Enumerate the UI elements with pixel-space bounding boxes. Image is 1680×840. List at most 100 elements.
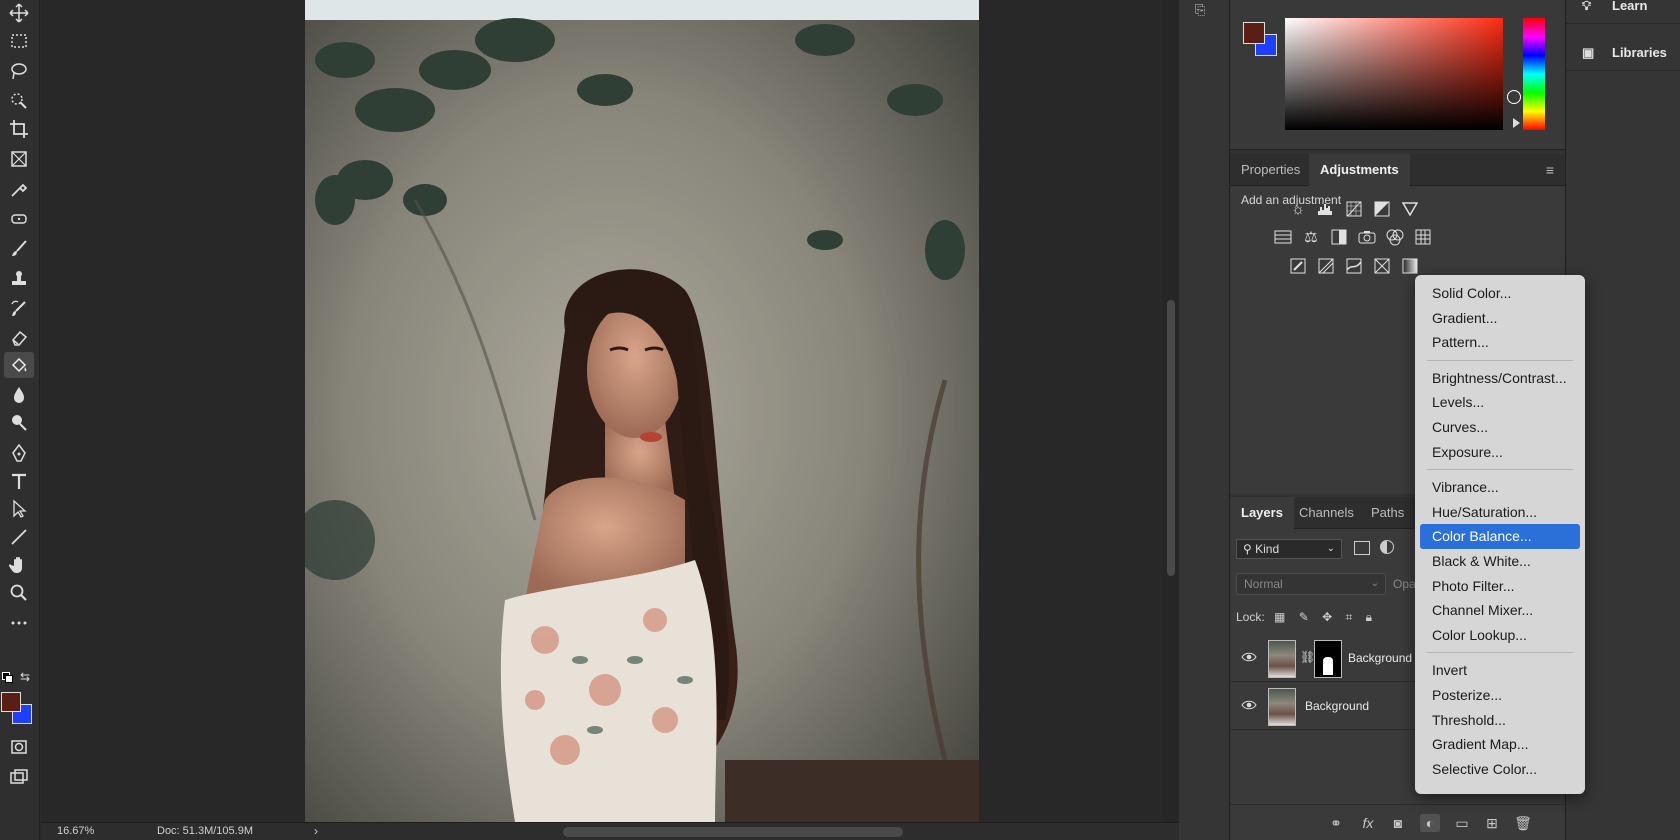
photo-filter-icon[interactable] bbox=[1356, 226, 1378, 248]
marquee-icon[interactable] bbox=[4, 28, 34, 54]
path-select-icon[interactable] bbox=[4, 496, 34, 522]
blend-mode-select[interactable]: Normal ⌄ bbox=[1236, 573, 1386, 595]
libraries-panel-button[interactable]: ▣ Libraries bbox=[1566, 35, 1680, 71]
levels-icon[interactable] bbox=[1315, 198, 1337, 220]
layer-name[interactable]: Background bbox=[1348, 651, 1412, 665]
status-menu-arrow[interactable]: › bbox=[314, 824, 318, 838]
menu-item-color-lookup[interactable]: Color Lookup... bbox=[1420, 623, 1580, 648]
new-layer-icon[interactable]: ⊞ bbox=[1482, 814, 1502, 832]
menu-item-vibrance[interactable]: Vibrance... bbox=[1420, 475, 1580, 500]
exposure-icon[interactable] bbox=[1371, 198, 1393, 220]
collapsed-panel-icon[interactable]: ⎘ bbox=[1195, 2, 1213, 20]
invert-icon[interactable] bbox=[1287, 255, 1309, 277]
tab-paths[interactable]: Paths bbox=[1360, 497, 1415, 529]
document-canvas[interactable] bbox=[41, 0, 1163, 822]
menu-item-invert[interactable]: Invert bbox=[1420, 658, 1580, 683]
layer-mask-thumbnail[interactable] bbox=[1314, 640, 1342, 678]
color-balance-icon[interactable]: ⚖ bbox=[1300, 226, 1322, 248]
quick-select-icon[interactable] bbox=[4, 88, 34, 114]
zoom-icon[interactable] bbox=[4, 580, 34, 606]
layer-name[interactable]: Background bbox=[1305, 699, 1369, 713]
pen-icon[interactable] bbox=[4, 440, 34, 466]
lock-artboard-icon[interactable]: ⌗ bbox=[1346, 610, 1353, 624]
tab-adjustments[interactable]: Adjustments bbox=[1309, 154, 1410, 186]
layer-thumbnail[interactable] bbox=[1268, 688, 1296, 726]
paint-bucket-icon[interactable] bbox=[4, 352, 34, 378]
filter-pixel-icon[interactable] bbox=[1354, 541, 1370, 555]
menu-item-levels[interactable]: Levels... bbox=[1420, 390, 1580, 415]
brush-icon[interactable] bbox=[4, 236, 34, 262]
quick-mask-icon[interactable] bbox=[4, 734, 34, 760]
add-mask-icon[interactable]: ◙ bbox=[1388, 814, 1408, 832]
black-white-icon[interactable] bbox=[1328, 226, 1350, 248]
new-group-icon[interactable]: ▭ bbox=[1452, 814, 1472, 832]
lock-transparent-icon[interactable]: ▦ bbox=[1274, 610, 1285, 624]
healing-icon[interactable] bbox=[4, 206, 34, 232]
channel-mixer-icon[interactable] bbox=[1384, 226, 1406, 248]
hand-icon[interactable] bbox=[4, 552, 34, 578]
screen-mode-icon[interactable] bbox=[4, 764, 34, 790]
eye-icon[interactable] bbox=[1241, 650, 1257, 666]
menu-item-posterize[interactable]: Posterize... bbox=[1420, 683, 1580, 708]
eraser-icon[interactable] bbox=[4, 324, 34, 350]
gradient-map-icon[interactable] bbox=[1399, 255, 1421, 277]
crop-icon[interactable] bbox=[4, 116, 34, 142]
menu-item-curves[interactable]: Curves... bbox=[1420, 415, 1580, 440]
color-spectrum[interactable] bbox=[1285, 18, 1521, 130]
menu-item-gradient[interactable]: Gradient... bbox=[1420, 306, 1580, 331]
stamp-icon[interactable] bbox=[4, 266, 34, 292]
foreground-color-swatch[interactable] bbox=[1, 692, 21, 712]
lock-all-icon[interactable]: 🔒︎ bbox=[1366, 610, 1372, 624]
hue-slider[interactable] bbox=[1523, 18, 1545, 130]
swap-colors-icon[interactable]: ⇆ bbox=[20, 670, 30, 684]
tab-properties[interactable]: Properties bbox=[1230, 154, 1311, 186]
zoom-level[interactable]: 16.67% bbox=[57, 825, 94, 837]
menu-item-hue-saturation[interactable]: Hue/Saturation... bbox=[1420, 500, 1580, 525]
default-colors-icon[interactable] bbox=[2, 672, 14, 684]
document-image[interactable] bbox=[305, 0, 979, 822]
frame-icon[interactable] bbox=[4, 146, 34, 172]
link-icon[interactable]: ⛓ bbox=[1300, 650, 1315, 664]
menu-item-selective-color[interactable]: Selective Color... bbox=[1420, 757, 1580, 782]
link-layers-icon[interactable]: ⚭ bbox=[1326, 814, 1346, 832]
menu-item-gradient-map[interactable]: Gradient Map... bbox=[1420, 732, 1580, 757]
lasso-icon[interactable] bbox=[4, 58, 34, 84]
horizontal-scroll-thumb[interactable] bbox=[563, 827, 903, 837]
selective-color-icon[interactable] bbox=[1371, 255, 1393, 277]
blur-icon[interactable] bbox=[4, 382, 34, 408]
eyedropper-icon[interactable] bbox=[4, 176, 34, 202]
tab-layers[interactable]: Layers bbox=[1230, 497, 1294, 529]
vertical-scrollbar[interactable] bbox=[1163, 0, 1179, 822]
color-lookup-icon[interactable] bbox=[1412, 226, 1434, 248]
color-panel-foreground[interactable] bbox=[1243, 22, 1265, 44]
menu-item-photo-filter[interactable]: Photo Filter... bbox=[1420, 574, 1580, 599]
kind-filter-select[interactable]: ⚲ Kind ⌄ bbox=[1236, 539, 1342, 559]
vertical-scroll-thumb[interactable] bbox=[1167, 300, 1175, 576]
color-picker-cursor[interactable] bbox=[1507, 90, 1521, 104]
brightness-contrast-icon[interactable]: ☼ bbox=[1287, 198, 1309, 220]
vibrance-icon[interactable] bbox=[1399, 198, 1421, 220]
menu-item-brightness-contrast[interactable]: Brightness/Contrast... bbox=[1420, 366, 1580, 391]
line-icon[interactable] bbox=[4, 524, 34, 550]
menu-item-black-white[interactable]: Black & White... bbox=[1420, 549, 1580, 574]
dodge-icon[interactable] bbox=[4, 410, 34, 436]
delete-layer-icon[interactable]: 🗑︎ bbox=[1513, 814, 1533, 832]
menu-item-color-balance[interactable]: Color Balance... bbox=[1420, 524, 1580, 549]
history-brush-icon[interactable] bbox=[4, 296, 34, 322]
more-tools-icon[interactable] bbox=[4, 610, 34, 636]
lock-pixels-icon[interactable]: ✎ bbox=[1299, 610, 1309, 624]
hue-slider-handle[interactable] bbox=[1513, 118, 1520, 128]
menu-item-pattern[interactable]: Pattern... bbox=[1420, 330, 1580, 355]
learn-panel-button[interactable]: 💡︎ Learn bbox=[1566, 0, 1680, 24]
hue-saturation-icon[interactable] bbox=[1272, 226, 1294, 248]
menu-item-solid-color[interactable]: Solid Color... bbox=[1420, 281, 1580, 306]
filter-adjustment-icon[interactable] bbox=[1380, 540, 1394, 554]
eye-icon[interactable] bbox=[1241, 698, 1257, 714]
lock-position-icon[interactable]: ✥ bbox=[1322, 610, 1332, 624]
tab-channels[interactable]: Channels bbox=[1288, 497, 1365, 529]
layer-thumbnail[interactable] bbox=[1268, 640, 1296, 678]
fx-icon[interactable]: fx bbox=[1358, 814, 1378, 832]
type-icon[interactable] bbox=[4, 468, 34, 494]
curves-icon[interactable] bbox=[1343, 198, 1365, 220]
panel-menu-icon[interactable]: ≡ bbox=[1546, 162, 1554, 178]
